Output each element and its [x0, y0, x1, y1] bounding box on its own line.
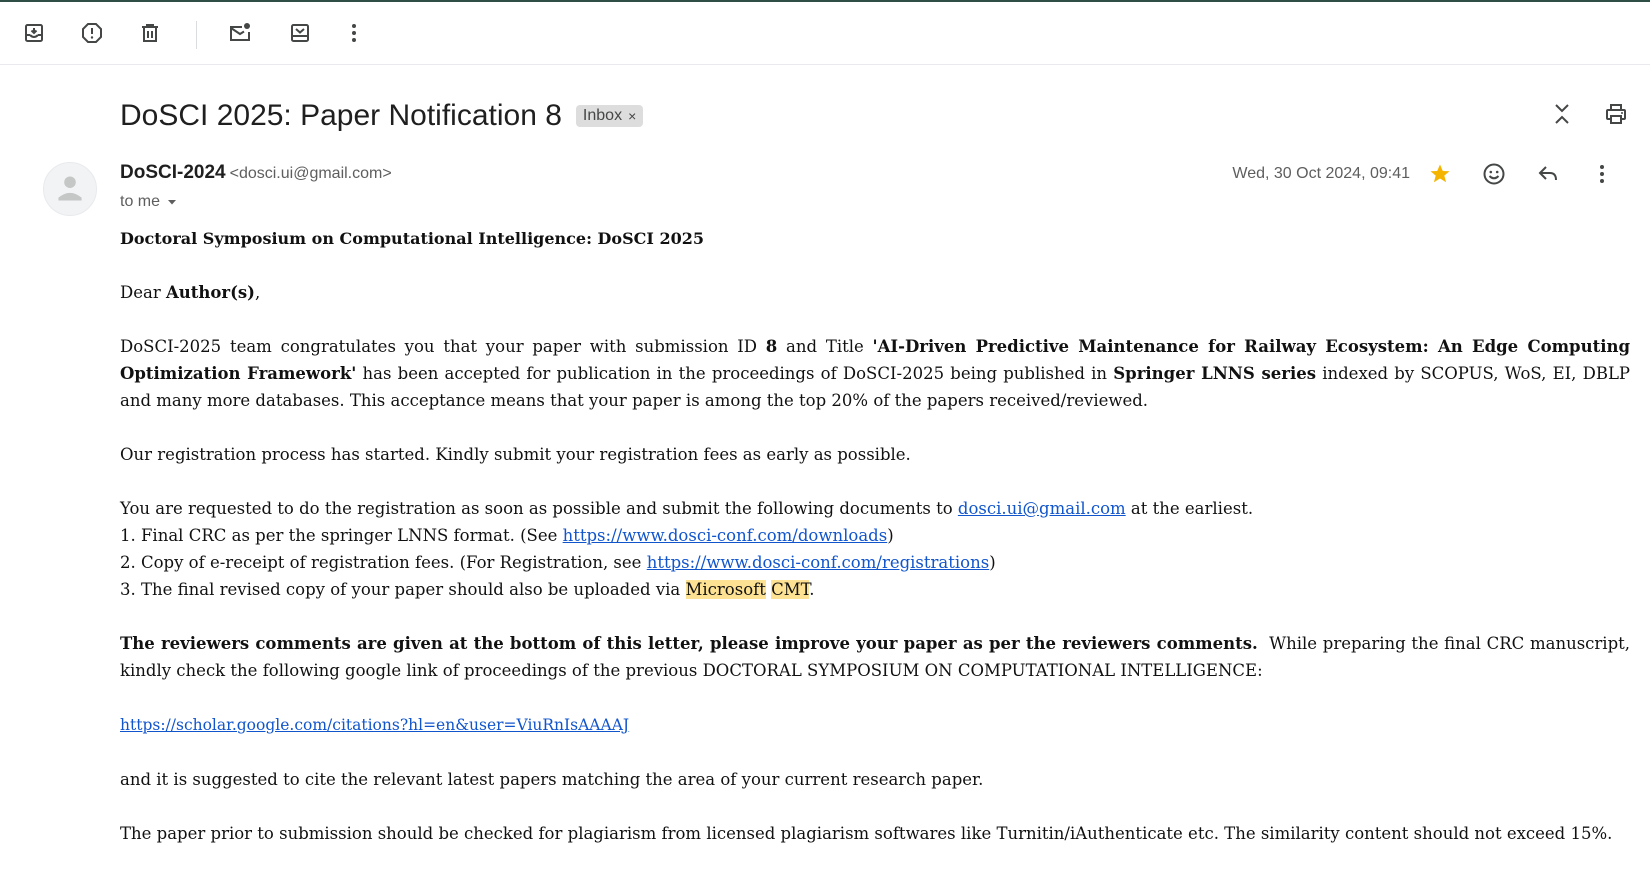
highlight-microsoft: Microsoft — [685, 580, 766, 599]
li1-text-b: ) — [887, 526, 894, 545]
dropdown-arrow-icon — [168, 200, 177, 205]
move-to-icon — [291, 24, 309, 42]
person-avatar-icon — [58, 176, 82, 201]
registration-paragraph: Our registration process has started. Ki… — [120, 445, 911, 464]
remove-label-icon[interactable]: × — [628, 108, 636, 124]
reply-button[interactable] — [1528, 154, 1568, 194]
print-all-button[interactable] — [1596, 94, 1636, 134]
p1-text-a: DoSCI-2025 team congratulates you that y… — [120, 337, 766, 356]
downloads-link[interactable]: https://www.dosci-conf.com/downloads — [563, 526, 888, 545]
more-vert-icon — [1600, 165, 1604, 183]
sender-avatar[interactable] — [43, 162, 97, 216]
message-toolbar — [0, 2, 1650, 65]
report-spam-button[interactable] — [72, 13, 112, 53]
list-item-1: 1. Final CRC as per the springer LNNS fo… — [120, 522, 1630, 549]
registrations-link[interactable]: https://www.dosci-conf.com/registrations — [647, 553, 990, 572]
li2-text-a: 2. Copy of e-receipt of registration fee… — [120, 553, 647, 572]
p3-text-b: at the earliest. — [1125, 499, 1254, 518]
body-title: Doctoral Symposium on Computational Inte… — [120, 229, 704, 248]
message-more-button[interactable] — [1582, 154, 1622, 194]
more-options-button[interactable] — [334, 13, 374, 53]
inbox-label-chip[interactable]: Inbox × — [575, 105, 644, 127]
li1-text-a: 1. Final CRC as per the springer LNNS fo… — [120, 526, 563, 545]
p1-text-c: has been accepted for publication in the… — [356, 364, 1114, 383]
recipient-text: to me — [120, 193, 161, 210]
collapse-all-button[interactable] — [1542, 94, 1582, 134]
print-icon — [1606, 104, 1626, 124]
reviewers-note: The reviewers comments are given at the … — [120, 634, 1258, 653]
collapse-all-icon — [1555, 104, 1569, 124]
sender-line: DoSCI-2024 <dosci.ui@gmail.com> — [120, 162, 392, 184]
acceptance-paragraph: DoSCI-2025 team congratulates you that y… — [120, 333, 1630, 414]
sender-email: <dosci.ui@gmail.com> — [229, 165, 392, 182]
reply-icon — [1538, 166, 1557, 181]
archive-icon — [25, 24, 43, 42]
sender-name[interactable]: DoSCI-2024 — [120, 162, 226, 183]
archive-button[interactable] — [14, 13, 54, 53]
greeting: Dear Author(s), — [120, 279, 1630, 306]
p1-text-b: and Title — [777, 337, 873, 356]
greeting-comma: , — [255, 283, 261, 302]
google-scholar-link[interactable]: https://scholar.google.com/citations?hl=… — [120, 716, 629, 734]
mark-unread-icon — [230, 23, 250, 41]
add-reaction-button[interactable] — [1474, 154, 1514, 194]
report-spam-icon — [82, 23, 102, 43]
greeting-recipient: Author(s) — [165, 283, 255, 302]
toolbar-divider — [196, 21, 197, 49]
documents-intro: You are requested to do the registration… — [120, 495, 1630, 522]
reviewers-paragraph: The reviewers comments are given at the … — [120, 630, 1630, 684]
submission-id: 8 — [765, 337, 778, 356]
emoji-icon — [1483, 163, 1505, 185]
li3-text-a: 3. The final revised copy of your paper … — [120, 580, 686, 599]
plagiarism-paragraph: The paper prior to submission should be … — [120, 824, 1613, 843]
recipient-details-toggle[interactable]: to me — [120, 193, 178, 211]
label-text: Inbox — [582, 107, 623, 124]
greeting-text: Dear — [120, 283, 166, 302]
star-filled-icon — [1430, 164, 1450, 183]
delete-icon — [142, 24, 158, 42]
list-item-2: 2. Copy of e-receipt of registration fee… — [120, 549, 1630, 576]
email-subject: DoSCI 2025: Paper Notification 8 — [120, 99, 562, 132]
message-date: Wed, 30 Oct 2024, 09:41 — [1232, 165, 1410, 182]
message-body: Doctoral Symposium on Computational Inte… — [120, 225, 1630, 874]
list-item-3: 3. The final revised copy of your paper … — [120, 576, 1630, 603]
highlight-cmt: CMT — [771, 580, 810, 599]
delete-button[interactable] — [130, 13, 170, 53]
more-vert-icon — [352, 24, 356, 42]
li3-text-b: . — [809, 580, 815, 599]
citation-paragraph: and it is suggested to cite the relevant… — [120, 770, 984, 789]
subject-row: DoSCI 2025: Paper Notification 8 Inbox × — [120, 92, 644, 140]
star-button[interactable] — [1420, 154, 1460, 194]
p3-text-a: You are requested to do the registration… — [120, 499, 958, 518]
scholar-paragraph: https://scholar.google.com/citations?hl=… — [120, 711, 1630, 739]
contact-email-link[interactable]: dosci.ui@gmail.com — [958, 499, 1126, 518]
mark-unread-button[interactable] — [220, 13, 260, 53]
li2-text-b: ) — [989, 553, 996, 572]
series-name: Springer LNNS series — [1113, 364, 1317, 383]
move-to-button[interactable] — [280, 13, 320, 53]
